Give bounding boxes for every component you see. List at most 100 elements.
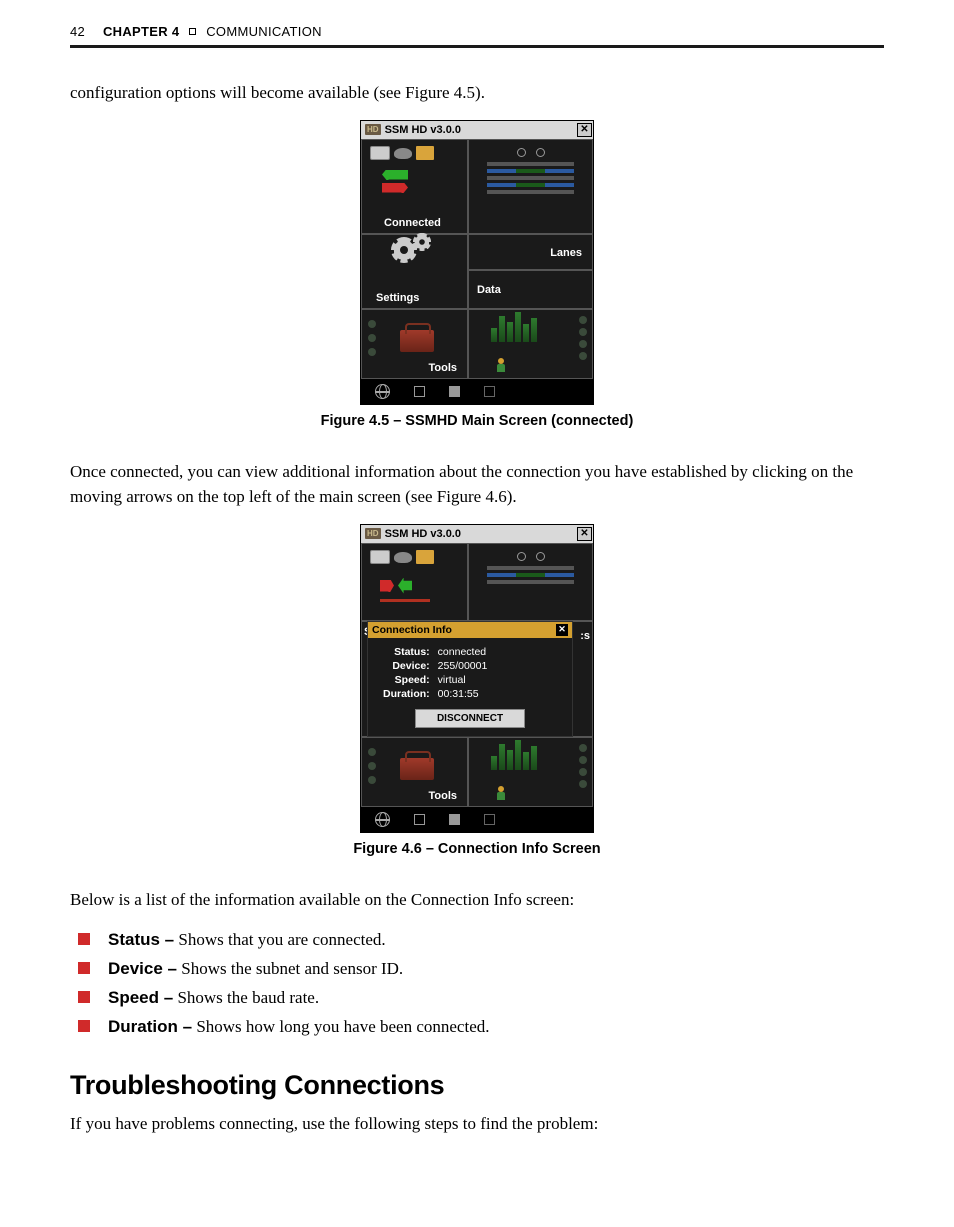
arrow-green-icon xyxy=(398,578,412,594)
settings-label: Settings xyxy=(376,292,419,304)
led-icon xyxy=(579,352,587,360)
info-list: Status – Shows that you are connected. D… xyxy=(70,926,884,1042)
connection-info-panel: Connection Info ✕ Status:connected Devic… xyxy=(367,621,573,737)
close-icon[interactable]: ✕ xyxy=(556,624,568,636)
desc: Shows the subnet and sensor ID. xyxy=(177,959,403,978)
square-empty-icon[interactable] xyxy=(484,386,495,397)
connection-info-titlebar: Connection Info ✕ xyxy=(368,622,572,638)
disconnect-button[interactable]: DISCONNECT xyxy=(415,709,525,728)
dot-icon xyxy=(517,148,526,157)
close-icon[interactable]: ✕ xyxy=(577,527,592,541)
globe-icon[interactable] xyxy=(375,384,390,399)
paragraph: If you have problems connecting, use the… xyxy=(70,1111,884,1137)
cloud-icon xyxy=(394,148,412,159)
led-icon xyxy=(368,762,376,770)
section-heading: Troubleshooting Connections xyxy=(70,1070,884,1101)
road-tile[interactable] xyxy=(468,543,593,621)
port-icon xyxy=(370,550,390,564)
figure-icon xyxy=(497,362,505,374)
led-icon xyxy=(368,334,376,342)
paragraph: Below is a list of the information avail… xyxy=(70,887,884,913)
square-empty-icon[interactable] xyxy=(484,814,495,825)
dot-icon xyxy=(517,552,526,561)
figure-caption: Figure 4.6 – Connection Info Screen xyxy=(70,841,884,857)
figure-4-5: HD SSM HD v3.0.0 ✕ Connected xyxy=(70,120,884,429)
term: Speed – xyxy=(108,988,173,1007)
window-titlebar: HD SSM HD v3.0.0 ✕ xyxy=(361,121,593,139)
figure-caption: Figure 4.5 – SSMHD Main Screen (connecte… xyxy=(70,413,884,429)
separator-icon xyxy=(189,28,196,35)
lanes-tile[interactable]: Lanes xyxy=(468,234,593,270)
data-label: Data xyxy=(477,284,501,296)
led-icon xyxy=(368,320,376,328)
duration-label: Duration: xyxy=(380,688,433,700)
status-value: connected xyxy=(435,646,491,658)
lanes-label: Lanes xyxy=(550,247,582,259)
app-window: HD SSM HD v3.0.0 ✕ Connected xyxy=(360,120,594,405)
window-titlebar: HD SSM HD v3.0.0 ✕ xyxy=(361,525,593,543)
connected-tile[interactable] xyxy=(361,543,468,621)
led-icon xyxy=(368,776,376,784)
led-icon xyxy=(579,768,587,776)
settings-tile[interactable]: Settings xyxy=(361,234,468,309)
led-icon xyxy=(579,328,587,336)
dot-icon xyxy=(536,148,545,157)
term: Status – xyxy=(108,930,174,949)
close-icon[interactable]: ✕ xyxy=(577,123,592,137)
chapter-title: COMMUNICATION xyxy=(206,24,322,39)
port-icon xyxy=(370,146,390,160)
folder-icon xyxy=(416,550,434,564)
tools-label: Tools xyxy=(428,362,457,374)
led-icon xyxy=(579,756,587,764)
led-icon xyxy=(368,348,376,356)
chart-tile[interactable] xyxy=(468,737,593,807)
led-icon xyxy=(368,748,376,756)
bar-chart-icon xyxy=(469,738,592,770)
led-icon xyxy=(579,744,587,752)
toolbox-icon xyxy=(400,758,434,780)
term: Duration – xyxy=(108,1017,192,1036)
led-icon xyxy=(579,340,587,348)
paragraph: configuration options will become availa… xyxy=(70,80,884,106)
hd-icon: HD xyxy=(365,124,381,135)
list-item: Device – Shows the subnet and sensor ID. xyxy=(70,955,884,984)
app-window: HD SSM HD v3.0.0 ✕ xyxy=(360,524,594,833)
cloud-icon xyxy=(394,552,412,563)
square-fill-icon[interactable] xyxy=(449,386,460,397)
duration-value: 00:31:55 xyxy=(435,688,491,700)
desc: Shows how long you have been connected. xyxy=(192,1017,489,1036)
globe-icon[interactable] xyxy=(375,812,390,827)
page-header: 42 CHAPTER 4 COMMUNICATION xyxy=(70,24,884,48)
tools-tile[interactable]: Tools xyxy=(361,309,468,379)
figure-icon xyxy=(497,790,505,802)
chapter-label: CHAPTER 4 xyxy=(103,24,179,39)
paragraph: Once connected, you can view additional … xyxy=(70,459,884,510)
data-tile[interactable]: Data xyxy=(468,270,593,309)
hd-icon: HD xyxy=(365,528,381,539)
led-icon xyxy=(579,316,587,324)
arrow-red-icon xyxy=(380,580,394,592)
es-label: :s xyxy=(580,630,590,642)
connected-tile[interactable]: Connected xyxy=(361,139,468,234)
list-item: Duration – Shows how long you have been … xyxy=(70,1013,884,1042)
bottom-bar xyxy=(361,807,593,832)
device-label: Device: xyxy=(380,660,433,672)
folder-icon xyxy=(416,146,434,160)
page-number: 42 xyxy=(70,24,85,39)
square-outline-icon[interactable] xyxy=(414,386,425,397)
tools-label: Tools xyxy=(428,790,457,802)
square-outline-icon[interactable] xyxy=(414,814,425,825)
connection-info-title: Connection Info xyxy=(372,624,452,636)
bar-chart-icon xyxy=(469,310,592,342)
square-fill-icon[interactable] xyxy=(449,814,460,825)
device-value: 255/00001 xyxy=(435,660,491,672)
status-label: Status: xyxy=(380,646,433,658)
led-icon xyxy=(579,780,587,788)
desc: Shows that you are connected. xyxy=(174,930,386,949)
chart-tile[interactable] xyxy=(468,309,593,379)
arrow-left-icon xyxy=(382,170,408,180)
tools-tile[interactable]: Tools xyxy=(361,737,468,807)
road-tile[interactable] xyxy=(468,139,593,234)
term: Device – xyxy=(108,959,177,978)
dot-icon xyxy=(536,552,545,561)
